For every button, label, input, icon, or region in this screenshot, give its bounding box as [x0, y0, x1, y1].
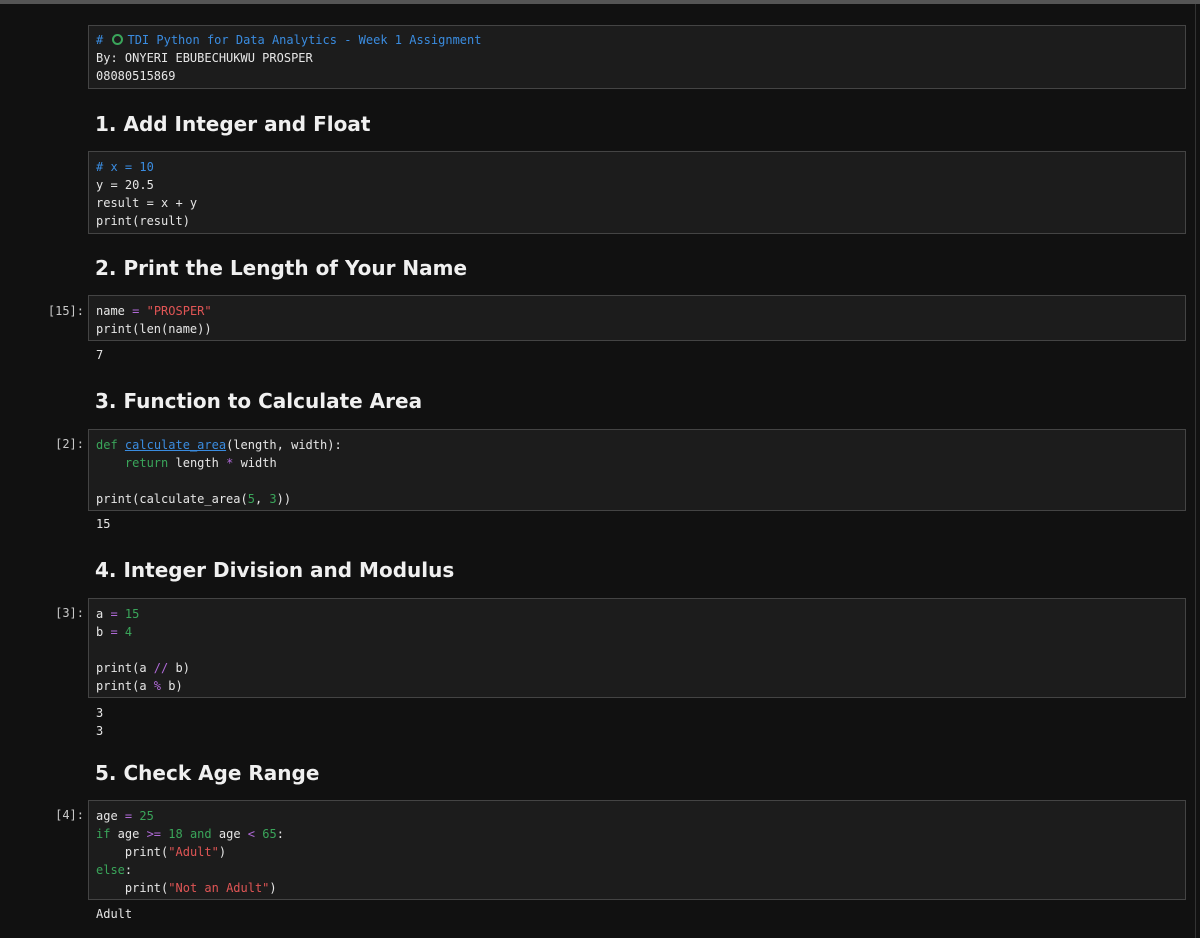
python-icon [112, 34, 124, 45]
output-line: 3 [96, 706, 104, 720]
colon: : [276, 827, 284, 841]
code-line: y = 20.5 [96, 178, 154, 192]
keyword-else: else [96, 863, 125, 877]
code-cell-name-length[interactable]: name = "PROSPER" print(len(name)) [88, 295, 1186, 341]
num-literal: 25 [139, 809, 154, 823]
code-line: result = x + y [96, 196, 198, 210]
keyword-if: if [96, 827, 111, 841]
keyword-and: and [189, 827, 212, 841]
execution-count: [15]: [47, 304, 84, 318]
string-literal: "PROSPER" [146, 304, 212, 318]
expr: width [240, 456, 277, 470]
colon: : [124, 863, 133, 877]
expr: length [175, 456, 219, 470]
assign-op: = [117, 809, 140, 823]
assign-op: = [103, 607, 125, 621]
notebook: # TDI Python for Data Analytics - Week 1… [0, 0, 1200, 938]
string-literal: "Not an Adult" [168, 881, 270, 895]
code: print(a [96, 661, 154, 675]
function-name: calculate_area [124, 438, 227, 452]
execution-count: [2]: [55, 437, 84, 451]
code: ) [218, 845, 227, 859]
ge-op: >= [146, 827, 162, 841]
markdown-source-cell[interactable]: # TDI Python for Data Analytics - Week 1… [88, 25, 1186, 89]
code-cell-area[interactable]: def calculate_area(length, width): retur… [88, 429, 1186, 511]
num-literal: 18 [168, 827, 183, 841]
code: age [211, 827, 248, 841]
num-literal: 4 [124, 625, 133, 639]
string-literal: "Adult" [168, 845, 219, 859]
code: ) [269, 881, 277, 895]
cell-output: 15 [96, 517, 111, 531]
var-name: name [96, 304, 125, 318]
code-cell-age[interactable]: age = 25 if age >= 18 and age < 65: prin… [88, 800, 1186, 900]
heading-function-area: 3. Function to Calculate Area [95, 389, 423, 413]
keyword-def: def [96, 438, 118, 452]
code: b) [161, 679, 183, 693]
code-cell-add[interactable]: # x = 10 y = 20.5 result = x + y print(r… [88, 151, 1186, 234]
num-arg: 5 [247, 492, 255, 506]
cell-output: 7 [96, 348, 104, 362]
num-literal: 15 [124, 607, 140, 621]
phone-line: 08080515869 [96, 69, 176, 83]
code-line: print(len(name)) [96, 322, 212, 336]
assign-op: = [124, 304, 147, 318]
output-line: 3 [96, 724, 104, 738]
cell-output: Adult [96, 907, 133, 921]
num-literal: 65 [262, 827, 277, 841]
comment-line: # x = 10 [96, 160, 154, 174]
params: (length, width): [226, 438, 342, 452]
code: print( [124, 881, 169, 895]
assignment-title: TDI Python for Data Analytics - Week 1 A… [127, 33, 482, 47]
execution-count: [4]: [55, 808, 84, 822]
keyword-return: return [124, 456, 169, 470]
code: b) [168, 661, 190, 675]
cell-output: 3 3 [96, 704, 103, 740]
code: age [110, 827, 147, 841]
lt-op: < [247, 827, 255, 841]
call-close: )) [276, 492, 292, 506]
author-line: By: ONYERI EBUBECHUKWU PROSPER [96, 51, 313, 65]
num-arg: 3 [269, 492, 277, 506]
mod-op: % [153, 679, 162, 693]
heading-length-name: 2. Print the Length of Your Name [95, 256, 468, 280]
mul-op: * [226, 456, 234, 470]
comma: , [254, 492, 270, 506]
floordiv-op: // [153, 661, 169, 675]
execution-count: [3]: [55, 606, 84, 620]
var-age: age [96, 809, 118, 823]
heading-division-modulus: 4. Integer Division and Modulus [95, 558, 455, 582]
heading-add-integer-float: 1. Add Integer and Float [95, 112, 371, 136]
code-line: print(result) [96, 214, 190, 228]
code-cell-division[interactable]: a = 15 b = 4 print(a // b) print(a % b) [88, 598, 1186, 698]
code: print( [124, 845, 169, 859]
call: print(calculate_area( [96, 492, 248, 506]
assign-op: = [103, 625, 125, 639]
header-hash: # [96, 33, 104, 47]
code: print(a [96, 679, 154, 693]
heading-age-range: 5. Check Age Range [95, 761, 320, 785]
